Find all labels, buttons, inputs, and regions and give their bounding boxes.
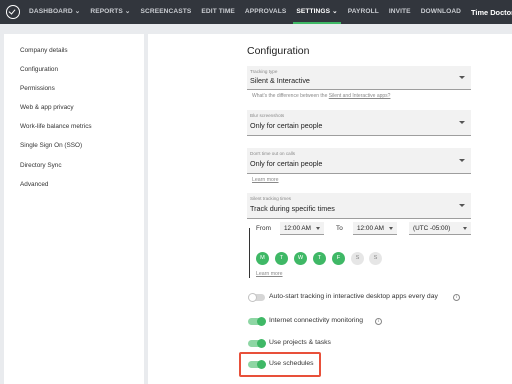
sidebar-item-sso[interactable]: Single Sign On (SSO) [20, 142, 82, 149]
silent-tracking-times-label: Silent tracking times [250, 196, 292, 201]
toggle-knob [248, 293, 257, 302]
nav-screencasts[interactable]: SCREENCASTS [140, 0, 191, 24]
app-logo-icon[interactable] [6, 5, 20, 19]
chevron-down-icon [316, 227, 320, 230]
auto-start-toggle[interactable] [248, 293, 266, 302]
day-sunday[interactable]: S [369, 252, 382, 265]
from-time-select[interactable]: 12:00 AM [280, 222, 324, 235]
page-title: Configuration [247, 45, 310, 57]
annotation-highlight-box [239, 352, 321, 377]
tracking-type-value: Silent & Interactive [250, 76, 310, 85]
silent-interactive-link[interactable]: Silent and Interactive apps? [329, 93, 391, 99]
day-tuesday[interactable]: T [275, 252, 288, 265]
info-icon[interactable]: i [453, 294, 460, 301]
nav-reports[interactable]: REPORTS ⌄ [90, 0, 130, 24]
from-time-value: 12:00 AM [284, 225, 312, 232]
nav-invite[interactable]: INVITE [389, 0, 411, 24]
sidebar-item-advanced[interactable]: Advanced [20, 181, 48, 188]
sidebar-item-work-life-balance[interactable]: Work-life balance metrics [20, 123, 92, 130]
silent-tracking-times-select[interactable]: Silent tracking times Track during speci… [247, 193, 471, 219]
silent-tracking-times-value: Track during specific times [250, 204, 335, 213]
nav-approvals[interactable]: APPROVALS [245, 0, 286, 24]
tracking-type-select[interactable]: Tracking type Silent & Interactive [247, 66, 471, 90]
chevron-down-icon [459, 76, 465, 79]
dont-time-out-learn-more[interactable]: Learn more [252, 177, 279, 183]
dont-time-out-select[interactable]: Don't time out on calls Only for certain… [247, 148, 471, 174]
timezone-value: (UTC -05:00) [413, 225, 451, 232]
chevron-down-icon [463, 227, 467, 230]
tracking-type-helper: What's the difference between the Silent… [252, 93, 391, 99]
chevron-down-icon [389, 227, 393, 230]
to-time-value: 12:00 AM [357, 225, 385, 232]
day-friday[interactable]: F [332, 252, 345, 265]
day-thursday[interactable]: T [313, 252, 326, 265]
sidebar-item-permissions[interactable]: Permissions [20, 85, 55, 92]
brand-name: Time Doctor [471, 7, 512, 17]
nav-edit-time[interactable]: EDIT TIME [201, 0, 235, 24]
chevron-down-icon [459, 121, 465, 124]
chevron-down-icon [459, 159, 465, 162]
use-projects-tasks-toggle[interactable] [248, 339, 266, 348]
sidebar-item-company-details[interactable]: Company details [20, 47, 68, 54]
top-nav: DASHBOARD ⌄ REPORTS ⌄ SCREENCASTS EDIT T… [0, 0, 512, 24]
tracking-type-label: Tracking type [250, 69, 278, 74]
sidebar-item-web-app-privacy[interactable]: Web & app privacy [20, 104, 74, 111]
blur-screenshots-value: Only for certain people [250, 121, 323, 130]
timezone-select[interactable]: (UTC -05:00) [409, 222, 471, 235]
to-time-select[interactable]: 12:00 AM [353, 222, 397, 235]
internet-monitoring-toggle[interactable] [248, 317, 266, 326]
info-icon[interactable]: i [375, 318, 382, 325]
sidebar-item-configuration[interactable]: Configuration [20, 66, 58, 73]
auto-start-label: Auto-start tracking in interactive deskt… [269, 293, 438, 300]
nav-settings[interactable]: SETTINGS ⌄ [293, 0, 342, 24]
to-label: To [336, 225, 343, 232]
from-label: From [256, 225, 271, 232]
blur-screenshots-label: Blur screenshots [250, 113, 285, 118]
internet-monitoring-label: Internet connectivity monitoring [269, 317, 364, 324]
dont-time-out-label: Don't time out on calls [250, 151, 296, 156]
day-wednesday[interactable]: W [294, 252, 307, 265]
silent-tracking-learn-more[interactable]: Learn more [256, 271, 283, 277]
nav-dashboard[interactable]: DASHBOARD ⌄ [29, 0, 80, 24]
toggle-knob [257, 317, 266, 326]
use-projects-tasks-label: Use projects & tasks [269, 339, 331, 346]
toggle-knob [257, 339, 266, 348]
configuration-panel: Configuration Tracking type Silent & Int… [148, 34, 512, 384]
schedule-divider [249, 228, 250, 278]
dont-time-out-value: Only for certain people [250, 159, 323, 168]
chevron-down-icon [459, 204, 465, 207]
day-monday[interactable]: M [256, 252, 269, 265]
blur-screenshots-select[interactable]: Blur screenshots Only for certain people [247, 110, 471, 136]
day-saturday[interactable]: S [351, 252, 364, 265]
nav-payroll[interactable]: PAYROLL [348, 0, 379, 24]
nav-download[interactable]: DOWNLOAD [421, 0, 461, 24]
schedule-block: From 12:00 AM To 12:00 AM (UTC -05:00) M… [247, 222, 471, 282]
sidebar-item-directory-sync[interactable]: Directory Sync [20, 162, 62, 169]
settings-sidebar: Company details Configuration Permission… [4, 34, 144, 384]
